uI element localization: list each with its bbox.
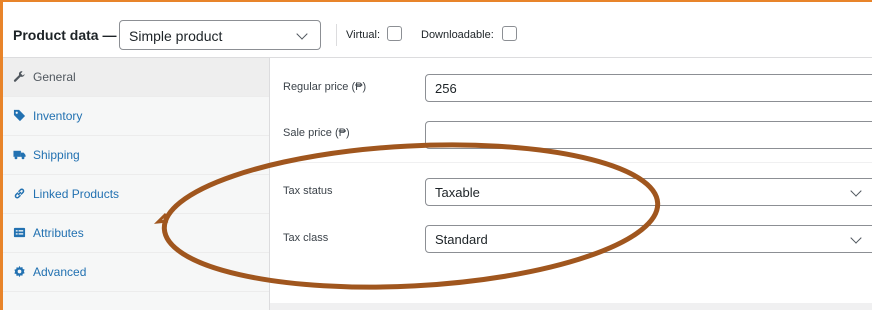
tab-shipping[interactable]: Shipping xyxy=(3,136,269,175)
tab-attributes-label: Attributes xyxy=(33,226,84,240)
regular-price-value: 256 xyxy=(435,81,457,96)
panel-footer xyxy=(270,303,872,310)
tab-shipping-label: Shipping xyxy=(33,148,80,162)
product-data-title: Product data — xyxy=(13,27,117,43)
tax-status-select[interactable]: Taxable xyxy=(425,178,872,206)
tab-attributes[interactable]: Attributes xyxy=(3,214,269,253)
chevron-down-icon xyxy=(296,28,308,40)
tab-advanced[interactable]: Advanced xyxy=(3,253,269,292)
tax-class-label: Tax class xyxy=(283,232,329,244)
tab-inventory[interactable]: Inventory xyxy=(3,97,269,136)
tax-class-value: Standard xyxy=(435,232,488,247)
regular-price-input[interactable]: 256 xyxy=(425,74,872,102)
tab-advanced-label: Advanced xyxy=(33,265,87,279)
chevron-down-icon xyxy=(850,232,862,244)
tax-class-select[interactable]: Standard xyxy=(425,225,872,253)
section-divider xyxy=(270,162,872,163)
chevron-down-icon xyxy=(850,185,862,197)
product-type-select[interactable]: Simple product xyxy=(119,20,321,50)
header-divider xyxy=(336,24,337,46)
tax-status-label: Tax status xyxy=(283,185,333,197)
downloadable-checkbox[interactable] xyxy=(502,26,517,41)
product-data-header: Product data — Simple product Virtual: D… xyxy=(3,2,872,58)
sale-price-input[interactable] xyxy=(425,121,872,149)
sale-price-label: Sale price (₱) xyxy=(283,127,350,139)
product-data-tabs: General Inventory Shipping Linked Produc… xyxy=(3,58,270,310)
regular-price-label: Regular price (₱) xyxy=(283,81,367,93)
tab-inventory-label: Inventory xyxy=(33,109,83,123)
general-panel: Regular price (₱) 256 Sale price (₱) Tax… xyxy=(270,58,872,303)
downloadable-label: Downloadable: xyxy=(421,29,494,41)
list-icon xyxy=(13,227,26,238)
tab-general-label: General xyxy=(33,70,76,84)
gear-icon xyxy=(14,265,25,278)
tag-icon xyxy=(13,109,26,122)
product-type-value: Simple product xyxy=(129,28,223,44)
truck-icon xyxy=(13,150,26,160)
virtual-checkbox[interactable] xyxy=(387,26,402,41)
tab-linked-products-label: Linked Products xyxy=(33,187,120,201)
virtual-label: Virtual: xyxy=(346,29,381,41)
tax-status-value: Taxable xyxy=(435,185,480,200)
tab-general[interactable]: General xyxy=(3,58,269,97)
link-icon xyxy=(14,188,25,199)
tab-linked-products[interactable]: Linked Products xyxy=(3,175,269,214)
wrench-icon xyxy=(13,71,25,82)
